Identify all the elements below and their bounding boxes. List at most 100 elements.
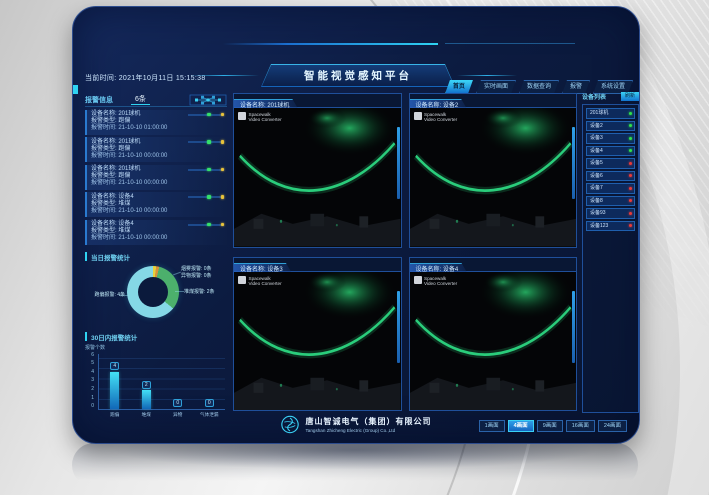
alarm-time: 报警时间: 21-10-10 00:00:00	[91, 208, 223, 215]
channel-button[interactable]: 4画面	[508, 420, 534, 432]
y-tick: 3	[85, 377, 94, 383]
device-status-dot	[629, 149, 632, 152]
video-panel[interactable]: 设备名称: 设备2	[409, 93, 578, 248]
y-tick: 5	[85, 360, 94, 366]
device-list-item[interactable]: 设备7	[586, 183, 635, 194]
monthly-stats-title: 30日内报警统计	[85, 332, 227, 341]
device-list-item[interactable]: 设备2	[586, 121, 635, 132]
video-panel[interactable]: 设备名称: 设备3	[233, 257, 402, 412]
device-list-item[interactable]: 设备8	[586, 196, 635, 207]
title-wing-line	[457, 75, 517, 76]
watermark-line2: Video Converter	[249, 117, 282, 122]
alarm-type: 报警类型: 堆煤	[91, 201, 223, 208]
device-name: 设备8	[590, 198, 603, 204]
monitor-reflection	[72, 443, 638, 487]
bar-value-bubble: 2	[142, 381, 151, 389]
bar-column: 2 堆煤	[135, 354, 157, 409]
video-watermark: Spacewalk Video Converter	[238, 276, 282, 287]
video-panel[interactable]: 设备名称: 设备4	[409, 257, 578, 412]
alarm-time: 报警时间: 21-10-10 01:00:00	[91, 125, 223, 132]
video-scrollbar[interactable]	[397, 291, 400, 363]
bar-column: 0 异物	[167, 354, 189, 409]
device-list-header: 设备列表 刷新	[582, 91, 639, 102]
alarm-item[interactable]: 设备名称: 设备4 报警类型: 堆煤 报警时间: 21-10-10 00:00:…	[85, 220, 227, 245]
title-wing-line	[189, 75, 259, 76]
video-panel-header: 设备名称: 设备4	[410, 258, 577, 272]
page-title: 智能视觉感知平台	[262, 65, 454, 86]
device-status-dot	[629, 124, 632, 127]
alarm-level-green-dot	[207, 113, 211, 117]
alarm-level-yellow-dot	[221, 140, 225, 144]
header-deco-line	[445, 43, 575, 44]
video-panel[interactable]: 设备名称: 201球机	[233, 93, 402, 248]
watermark-line2: Video Converter	[424, 281, 457, 286]
nav-button[interactable]: 首页	[445, 80, 473, 94]
alarm-level-green-dot	[207, 223, 211, 227]
donut-label-green: 堆煤报警: 2条	[184, 288, 215, 295]
alarm-item[interactable]: 设备名称: 设备4 报警类型: 堆煤 报警时间: 21-10-10 00:00:…	[85, 192, 227, 217]
device-name: 设备7	[590, 185, 603, 191]
donut-label-orange: 异物报警: 0条	[181, 272, 212, 279]
bar-value-bubble: 0	[205, 399, 214, 407]
company-logo	[281, 415, 300, 434]
video-feed[interactable]: Spacewalk Video Converter	[234, 108, 401, 247]
device-list-item[interactable]: 设备3	[586, 133, 635, 144]
donut-leader-line	[175, 291, 184, 292]
channel-buttons: 1画面 4画面 9画面 16画面 24画面	[479, 420, 627, 432]
alarm-count-badge: 6条	[131, 94, 150, 105]
alarm-level-indicator	[188, 141, 224, 143]
video-scrollbar[interactable]	[572, 127, 575, 199]
alarm-level-green-dot	[207, 140, 211, 144]
current-time: 当前时间: 2021年10月11日 15:15:38	[85, 73, 206, 83]
alarm-level-indicator	[188, 196, 224, 198]
channel-button[interactable]: 16画面	[566, 420, 595, 432]
donut-chart	[127, 266, 179, 318]
alarm-item[interactable]: 设备名称: 201球机 报警类型: 跑偏 报警时间: 21-10-10 01:0…	[85, 110, 227, 135]
device-list-item[interactable]: 201球机	[586, 108, 635, 119]
alarm-item[interactable]: 设备名称: 201球机 报警类型: 跑偏 报警时间: 21-10-10 00:0…	[85, 165, 227, 190]
watermark-line2: Video Converter	[424, 117, 457, 122]
device-list-item[interactable]: 设备123	[586, 221, 635, 232]
y-tick: 4	[85, 369, 94, 375]
monthly-bar-chart: 报警个数 6543210 4 跑偏 2	[85, 345, 227, 421]
video-feed[interactable]: Spacewalk Video Converter	[410, 272, 577, 411]
device-status-dot	[629, 112, 632, 115]
y-tick: 6	[85, 352, 94, 358]
video-watermark: Spacewalk Video Converter	[414, 276, 458, 287]
device-status-dot	[629, 199, 632, 202]
device-status-dot	[629, 212, 632, 215]
video-frame-graphic	[234, 272, 401, 411]
device-list-item[interactable]: 设备93	[586, 208, 635, 219]
device-refresh-button[interactable]: 刷新	[621, 92, 639, 101]
video-feed[interactable]: Spacewalk Video Converter	[410, 108, 577, 247]
company-name-cn: 唐山智诚电气（集团）有限公司	[306, 416, 432, 427]
alarm-list: 设备名称: 201球机 报警类型: 跑偏 报警时间: 21-10-10 01:0…	[85, 110, 227, 245]
channel-button[interactable]: 24画面	[598, 420, 627, 432]
video-feed[interactable]: Spacewalk Video Converter	[234, 272, 401, 411]
alarm-item[interactable]: 设备名称: 201球机 报警类型: 跑偏 报警时间: 21-10-10 00:0…	[85, 137, 227, 162]
bar-category-label: 跑偏	[110, 412, 119, 418]
video-panel-header: 设备名称: 201球机	[234, 94, 401, 108]
page-background: 当前时间: 2021年10月11日 15:15:38 智能视觉感知平台 首页 实…	[0, 0, 709, 495]
watermark-logo	[414, 276, 422, 284]
device-sidebar: 设备列表 刷新 201球机 设备2 设备3	[582, 91, 639, 413]
channel-button[interactable]: 9画面	[537, 420, 563, 432]
bar	[110, 372, 119, 409]
device-list: 201球机 设备2 设备3 设备4	[582, 104, 639, 413]
video-frame-graphic	[234, 108, 401, 247]
video-scrollbar[interactable]	[572, 291, 575, 363]
device-list-item[interactable]: 设备4	[586, 146, 635, 157]
alarm-level-indicator	[188, 224, 224, 226]
nav-button[interactable]: 实时画面	[476, 80, 516, 94]
channel-button[interactable]: 1画面	[479, 420, 505, 432]
bar-category-label: 气体泄漏	[200, 412, 218, 418]
device-list-item[interactable]: 设备5	[586, 158, 635, 169]
video-scrollbar[interactable]	[397, 127, 400, 199]
bar-value-bubble: 4	[110, 362, 119, 370]
today-stats-donut-chart: 跑偏报警: 4条 堆煤报警: 2条 烟雾报警: 0条 异物报警: 0条	[85, 261, 227, 325]
device-list-item[interactable]: 设备6	[586, 171, 635, 182]
nav-button[interactable]: 数据查询	[519, 80, 559, 94]
device-name: 设备6	[590, 173, 603, 179]
alarm-header: 报警信息 6条	[85, 93, 227, 107]
bar-column: 4 跑偏	[104, 354, 126, 409]
